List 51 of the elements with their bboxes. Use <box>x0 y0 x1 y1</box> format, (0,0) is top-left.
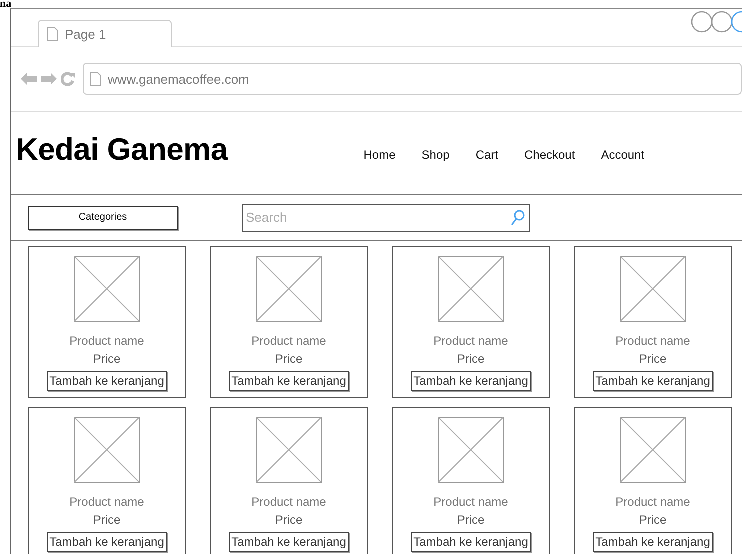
address-bar[interactable]: www.ganemacoffee.com <box>83 63 742 95</box>
browser-tab[interactable]: Page 1 <box>38 20 172 47</box>
product-price: Price <box>639 513 667 527</box>
image-placeholder-icon <box>256 417 322 483</box>
reload-icon[interactable] <box>61 72 75 86</box>
product-price: Price <box>457 513 485 527</box>
add-to-cart-button[interactable]: Tambah ke keranjang <box>46 371 168 391</box>
image-placeholder-icon <box>256 256 322 322</box>
image-placeholder-icon <box>74 417 140 483</box>
product-price: Price <box>275 513 303 527</box>
add-to-cart-button[interactable]: Tambah ke keranjang <box>410 371 532 391</box>
nav-link[interactable]: Account <box>601 148 645 162</box>
page-icon <box>90 72 102 86</box>
nav-link[interactable]: Cart <box>476 148 498 162</box>
product-name: Product name <box>434 495 508 509</box>
page-icon <box>47 26 59 42</box>
add-to-cart-button[interactable]: Tambah ke keranjang <box>592 371 714 391</box>
image-placeholder-icon <box>438 256 504 322</box>
url-text: www.ganemacoffee.com <box>108 72 250 86</box>
product-name: Product name <box>70 334 144 348</box>
back-icon[interactable] <box>21 73 37 85</box>
add-to-cart-button[interactable]: Tambah ke keranjang <box>228 532 350 552</box>
add-to-cart-button[interactable]: Tambah ke keranjang <box>410 532 532 552</box>
add-to-cart-button[interactable]: Tambah ke keranjang <box>228 371 350 391</box>
caption-text: na <box>0 0 12 8</box>
nav-link[interactable]: Shop <box>422 148 450 162</box>
product-name: Product name <box>616 334 690 348</box>
window-controls-icon[interactable] <box>691 11 742 33</box>
product-name: Product name <box>616 495 690 509</box>
image-placeholder-icon <box>438 417 504 483</box>
site-title: Kedai Ganema <box>16 132 228 168</box>
product-name: Product name <box>70 495 144 509</box>
add-to-cart-button[interactable]: Tambah ke keranjang <box>46 532 168 552</box>
product-name: Product name <box>434 334 508 348</box>
product-name: Product name <box>252 334 326 348</box>
add-to-cart-button[interactable]: Tambah ke keranjang <box>592 532 714 552</box>
categories-button[interactable]: Categories <box>28 206 178 230</box>
nav-link[interactable]: Checkout <box>524 148 576 162</box>
product-price: Price <box>93 513 121 527</box>
image-placeholder-icon <box>74 256 140 322</box>
product-price: Price <box>639 352 667 366</box>
image-placeholder-icon <box>620 417 686 483</box>
product-price: Price <box>275 352 303 366</box>
product-price: Price <box>457 352 485 366</box>
search-icon[interactable] <box>511 210 525 226</box>
forward-icon[interactable] <box>41 73 57 85</box>
search-field[interactable]: Search <box>242 204 530 232</box>
product-name: Product name <box>252 495 326 509</box>
image-placeholder-icon <box>620 256 686 322</box>
product-price: Price <box>93 352 121 366</box>
nav-link[interactable]: Home <box>364 148 396 162</box>
